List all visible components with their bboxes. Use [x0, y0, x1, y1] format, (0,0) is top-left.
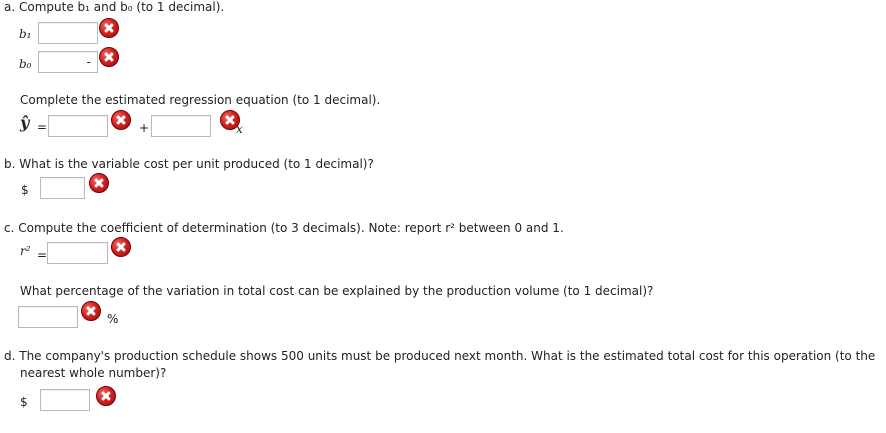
r2-input[interactable] [47, 242, 108, 264]
y-hat-symbol: ŷ [20, 113, 30, 132]
b1-input[interactable] [38, 22, 98, 44]
b0-input[interactable]: - [38, 51, 98, 73]
question-d-line2: nearest whole number)? [20, 366, 167, 380]
slope-input[interactable] [151, 115, 211, 137]
currency-symbol: $ [20, 395, 28, 409]
incorrect-x-icon [99, 18, 119, 38]
b0-label: b₀ [19, 57, 32, 71]
incorrect-x-icon [89, 173, 109, 193]
total-cost-input[interactable] [40, 389, 90, 411]
percent-sign: % [107, 312, 119, 326]
plus-sign: + [139, 121, 150, 135]
equals-sign: = [37, 120, 48, 134]
variable-cost-input[interactable] [40, 177, 85, 199]
incorrect-x-icon [111, 237, 131, 257]
b1-label: b₁ [19, 27, 32, 41]
incorrect-x-icon [96, 386, 116, 406]
percentage-prompt: What percentage of the variation in tota… [20, 284, 654, 298]
question-a: a. Compute b₁ and b₀ (to 1 decimal). [4, 0, 225, 14]
b0-value: - [86, 55, 91, 69]
question-c: c. Compute the coefficient of determinat… [4, 221, 564, 235]
incorrect-x-icon [111, 110, 131, 130]
question-d-line1: d. The company's production schedule sho… [4, 349, 876, 363]
r2-label: r² [20, 244, 31, 258]
regression-equation-prompt: Complete the estimated regression equati… [20, 93, 381, 107]
percentage-input[interactable] [18, 306, 78, 328]
incorrect-x-icon [99, 47, 119, 67]
currency-symbol: $ [21, 183, 29, 197]
question-b: b. What is the variable cost per unit pr… [4, 157, 374, 171]
incorrect-x-icon [81, 301, 101, 321]
equals-sign: = [37, 248, 48, 262]
x-variable: x [236, 122, 243, 136]
intercept-input[interactable] [48, 115, 108, 137]
